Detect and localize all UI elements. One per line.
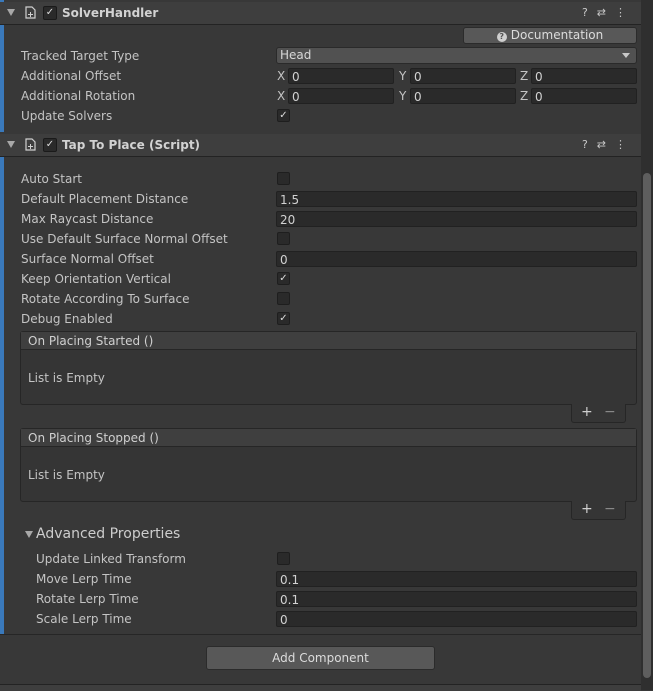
update-linked-transform-checkbox[interactable]	[277, 552, 290, 565]
foldout-arrow-icon[interactable]	[25, 531, 33, 538]
keep-orientation-vertical-label: Keep Orientation Vertical	[21, 272, 171, 286]
max-raycast-distance-field[interactable]: 20	[276, 211, 637, 227]
additional-rotation-label: Additional Rotation	[21, 89, 136, 103]
chevron-down-icon	[622, 53, 630, 58]
keep-orientation-vertical-checkbox[interactable]: ✓	[277, 272, 290, 285]
default-placement-distance-label: Default Placement Distance	[21, 192, 189, 206]
script-component-icon	[25, 6, 36, 19]
list-add-remove: + −	[571, 404, 626, 423]
inspector-scrollbar[interactable]	[641, 0, 653, 690]
rotation-x-field[interactable]: 0	[288, 88, 394, 104]
auto-start-checkbox[interactable]	[277, 172, 290, 185]
tracked-target-type-dropdown[interactable]: Head	[276, 47, 637, 64]
offset-y-field[interactable]: 0	[410, 68, 516, 84]
move-lerp-time-label: Move Lerp Time	[36, 572, 132, 586]
auto-start-label: Auto Start	[21, 172, 82, 186]
surface-normal-offset-field[interactable]: 0	[276, 251, 637, 267]
advanced-properties-foldout[interactable]: Advanced Properties	[36, 526, 180, 542]
foldout-arrow-icon[interactable]	[7, 141, 15, 148]
help-icon: ?	[496, 32, 507, 42]
update-linked-transform-label: Update Linked Transform	[36, 552, 186, 566]
foldout-arrow-icon[interactable]	[7, 9, 15, 16]
documentation-button[interactable]: ? Documentation	[463, 27, 637, 44]
component-title: Tap To Place (Script)	[62, 138, 201, 152]
debug-enabled-label: Debug Enabled	[21, 312, 113, 326]
update-solvers-checkbox[interactable]: ✓	[277, 109, 290, 122]
component-enabled-checkbox[interactable]: ✓	[43, 6, 57, 20]
event-header: On Placing Stopped ()	[21, 429, 636, 447]
list-empty-text: List is Empty	[28, 371, 105, 385]
scale-lerp-time-label: Scale Lerp Time	[36, 612, 132, 626]
offset-x-field[interactable]: 0	[288, 68, 394, 84]
divider	[0, 634, 641, 635]
max-raycast-distance-label: Max Raycast Distance	[21, 212, 154, 226]
offset-z-field[interactable]: 0	[531, 68, 637, 84]
surface-normal-offset-label: Surface Normal Offset	[21, 252, 154, 266]
remove-icon[interactable]: −	[604, 404, 616, 420]
default-placement-distance-field[interactable]: 1.5	[276, 191, 637, 207]
component-title: SolverHandler	[62, 6, 159, 20]
y-axis-label: Y	[399, 89, 407, 103]
component-enabled-checkbox[interactable]: ✓	[43, 138, 57, 152]
rotation-z-field[interactable]: 0	[531, 88, 637, 104]
additional-offset-label: Additional Offset	[21, 69, 122, 83]
on-placing-stopped-event: On Placing Stopped () List is Empty	[20, 428, 637, 502]
scale-lerp-time-field[interactable]: 0	[276, 611, 637, 627]
add-icon[interactable]: +	[581, 404, 593, 420]
event-title: On Placing Stopped ()	[28, 431, 159, 445]
event-header: On Placing Started ()	[21, 332, 636, 350]
remove-icon[interactable]: −	[604, 501, 616, 517]
x-axis-label: X	[277, 89, 286, 103]
x-axis-label: X	[277, 69, 286, 83]
rotate-lerp-time-field[interactable]: 0.1	[276, 591, 637, 607]
script-component-icon	[25, 138, 36, 151]
help-icon[interactable]: ?	[582, 138, 597, 151]
rotate-lerp-time-label: Rotate Lerp Time	[36, 592, 139, 606]
list-add-remove: + −	[571, 501, 626, 520]
add-icon[interactable]: +	[581, 501, 593, 517]
help-icon[interactable]: ?	[582, 6, 597, 19]
rotation-y-field[interactable]: 0	[410, 88, 516, 104]
z-axis-label: Z	[520, 89, 529, 103]
solver-handler-header[interactable]: ✓ SolverHandler ?⇄⋮	[0, 2, 641, 25]
kebab-menu-icon[interactable]: ⋮	[615, 138, 635, 151]
selected-accent-bar	[0, 134, 4, 634]
rotate-according-to-surface-checkbox[interactable]	[277, 292, 290, 305]
scrollbar-thumb[interactable]	[643, 173, 651, 678]
update-solvers-label: Update Solvers	[21, 109, 113, 123]
tap-to-place-header[interactable]: ✓ Tap To Place (Script) ?⇄⋮	[0, 134, 641, 157]
debug-enabled-checkbox[interactable]: ✓	[277, 312, 290, 325]
y-axis-label: Y	[399, 69, 407, 83]
move-lerp-time-field[interactable]: 0.1	[276, 571, 637, 587]
use-default-surface-normal-offset-label: Use Default Surface Normal Offset	[21, 232, 228, 246]
tracked-target-type-label: Tracked Target Type	[21, 49, 140, 63]
kebab-menu-icon[interactable]: ⋮	[615, 6, 635, 19]
event-title: On Placing Started ()	[28, 334, 154, 348]
list-empty-text: List is Empty	[28, 468, 105, 482]
add-component-button[interactable]: Add Component	[206, 646, 435, 670]
use-default-surface-normal-offset-checkbox[interactable]	[277, 232, 290, 245]
rotate-according-to-surface-label: Rotate According To Surface	[21, 292, 190, 306]
z-axis-label: Z	[520, 69, 529, 83]
presets-icon[interactable]: ⇄	[597, 6, 615, 19]
on-placing-started-event: On Placing Started () List is Empty	[20, 331, 637, 405]
presets-icon[interactable]: ⇄	[597, 138, 615, 151]
